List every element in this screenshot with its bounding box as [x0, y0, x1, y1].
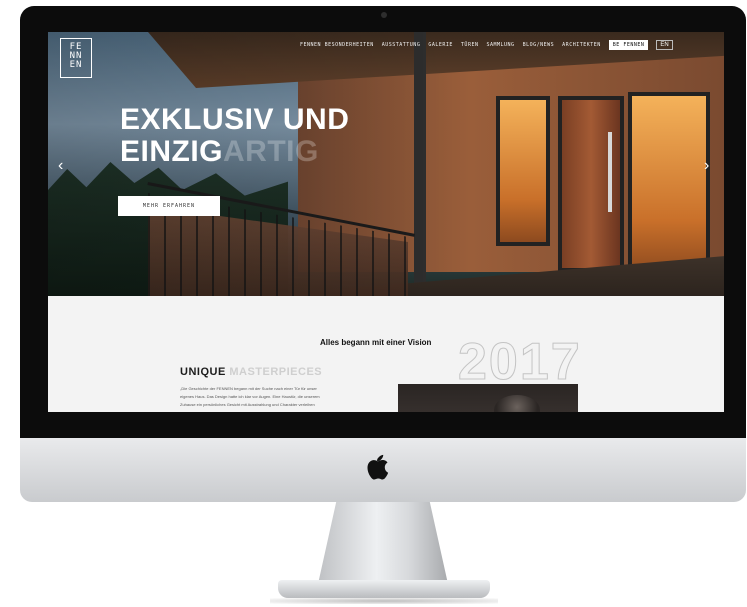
section-heading: Alles begann mit einer Vision	[320, 338, 432, 347]
screen: FE NN EN FENNEN BESONDERHEITEN AUSSTATTU…	[48, 32, 724, 412]
subheading-faint: MASTERPIECES	[229, 366, 323, 378]
nav-item-tueren[interactable]: TÜREN	[461, 42, 479, 48]
more-info-button[interactable]: MEHR ERFAHREN	[118, 196, 220, 216]
hero-title-bold: EINZIG	[120, 135, 224, 168]
nav-item-besonderheiten[interactable]: FENNEN BESONDERHEITEN	[300, 42, 374, 48]
body-text-line: eigenes Haus. Das Design hatte ich klar …	[180, 394, 320, 399]
chevron-left-icon[interactable]: ‹	[58, 158, 63, 174]
vision-section: 2017 Alles begann mit einer Vision UNIQU…	[48, 296, 724, 412]
camera-icon	[381, 12, 387, 18]
hero-title-line1: EXKLUSIV UND	[120, 103, 350, 136]
imac-stand-neck	[318, 502, 448, 584]
language-switch[interactable]: EN	[656, 40, 673, 50]
hero-title: EXKLUSIV UND EINZIGARTIG	[120, 104, 349, 168]
nav-item-sammlung[interactable]: SAMMLUNG	[486, 42, 514, 48]
founder-photo	[398, 384, 578, 412]
nav-item-architekten[interactable]: ARCHITEKTEN	[562, 42, 601, 48]
subheading-bold: UNIQUE	[180, 366, 226, 378]
body-text-line: „Die Geschichte der FENNEN begann mit de…	[180, 386, 317, 391]
nav-cta-button[interactable]: BE FENNEN	[608, 40, 649, 50]
hero-title-line2: EINZIGARTIG	[120, 136, 349, 168]
nav-item-ausstattung[interactable]: AUSSTATTUNG	[382, 42, 421, 48]
nav-item-galerie[interactable]: GALERIE	[428, 42, 453, 48]
imac-stand-base	[278, 580, 490, 598]
logo-line: EN	[69, 60, 83, 70]
hero-title-faint: ARTIG	[223, 135, 319, 168]
chevron-right-icon[interactable]: ›	[704, 158, 709, 174]
imac-stand-shadow	[270, 598, 498, 604]
year-outline: 2017	[458, 333, 582, 392]
hero-banner: FE NN EN FENNEN BESONDERHEITEN AUSSTATTU…	[48, 32, 724, 296]
section-subheading: UNIQUE MASTERPIECES	[180, 366, 322, 378]
nav-item-blog[interactable]: BLOG/NEWS	[523, 42, 555, 48]
main-nav: FENNEN BESONDERHEITEN AUSSTATTUNG GALERI…	[300, 40, 673, 50]
apple-logo-icon	[367, 454, 389, 480]
body-text-line: Zuhause ein persönliches Gesicht mit Aus…	[180, 402, 315, 407]
brand-logo[interactable]: FE NN EN	[60, 38, 92, 78]
